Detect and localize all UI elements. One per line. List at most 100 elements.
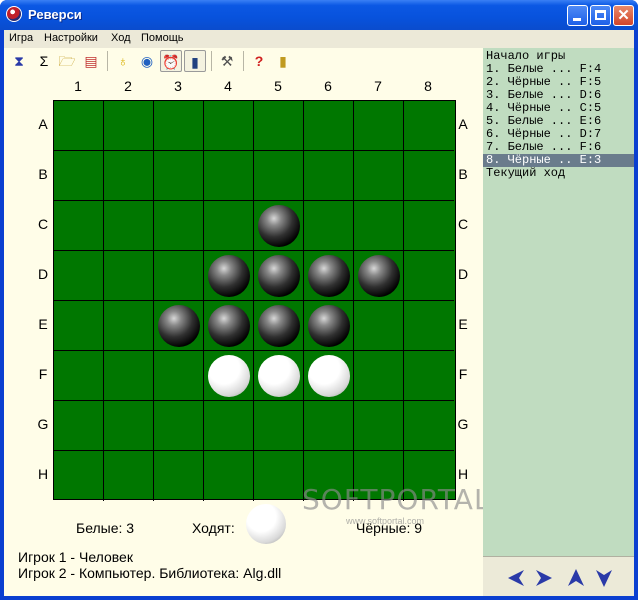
board-cell-E3[interactable] (154, 301, 204, 351)
board-cell-D6[interactable] (304, 251, 354, 301)
row-label: G (37, 416, 49, 432)
board-cell-C3[interactable] (154, 201, 204, 251)
player-2-info: Игрок 2 - Компьютер. Библиотека: Alg.dll (18, 565, 282, 581)
board-cell-F1[interactable] (54, 351, 104, 401)
exit-door-icon[interactable]: ▮ (272, 50, 294, 72)
close-button[interactable]: ✕ (613, 5, 634, 26)
board-cell-B2[interactable] (104, 151, 154, 201)
help-icon[interactable]: ? (248, 50, 270, 72)
row-label: F (38, 366, 48, 382)
board-cell-A1[interactable] (54, 101, 104, 151)
arrow-up-icon[interactable] (565, 567, 587, 589)
board-cell-G8[interactable] (404, 401, 454, 451)
board-cell-E8[interactable] (404, 301, 454, 351)
current-move-item[interactable]: Текущий ход (483, 167, 634, 180)
board-cell-E4[interactable] (204, 301, 254, 351)
white-disc (208, 355, 250, 397)
board-cell-F2[interactable] (104, 351, 154, 401)
maximize-button[interactable] (590, 5, 611, 26)
board-cell-G3[interactable] (154, 401, 204, 451)
board-cell-D7[interactable] (354, 251, 404, 301)
menu-help[interactable]: Помощь (141, 32, 184, 44)
lightbulb-icon[interactable]: ♁ (112, 50, 134, 72)
board-cell-A2[interactable] (104, 101, 154, 151)
board-cell-D2[interactable] (104, 251, 154, 301)
navigation-bar (483, 556, 634, 596)
board-cell-F4[interactable] (204, 351, 254, 401)
open-folder-icon[interactable]: 🗁 (56, 50, 78, 72)
tools-icon[interactable]: ⚒ (216, 50, 238, 72)
black-disc (308, 305, 350, 347)
board-cell-C8[interactable] (404, 201, 454, 251)
title-bar[interactable]: Реверси ✕ (0, 0, 638, 30)
board-cell-A7[interactable] (354, 101, 404, 151)
board-cell-F5[interactable] (254, 351, 304, 401)
column-label: 8 (424, 78, 432, 94)
board-cell-E6[interactable] (304, 301, 354, 351)
menu-settings[interactable]: Настройки (44, 32, 98, 44)
board-cell-B7[interactable] (354, 151, 404, 201)
board-cell-H2[interactable] (104, 451, 154, 501)
board-cell-A6[interactable] (304, 101, 354, 151)
board-cell-C4[interactable] (204, 201, 254, 251)
board-cell-E5[interactable] (254, 301, 304, 351)
board-cell-H3[interactable] (154, 451, 204, 501)
board-cell-A3[interactable] (154, 101, 204, 151)
arrow-left-icon[interactable] (505, 567, 527, 589)
board-cell-B1[interactable] (54, 151, 104, 201)
board-cell-B4[interactable] (204, 151, 254, 201)
board-cell-B3[interactable] (154, 151, 204, 201)
board-cell-F7[interactable] (354, 351, 404, 401)
black-disc (208, 255, 250, 297)
arrow-down-icon[interactable] (593, 567, 615, 589)
board-cell-F6[interactable] (304, 351, 354, 401)
board-cell-C5[interactable] (254, 201, 304, 251)
board-cell-G1[interactable] (54, 401, 104, 451)
board-cell-E2[interactable] (104, 301, 154, 351)
arrow-right-icon[interactable] (533, 567, 555, 589)
menu-bar: Игра Настройки Ход Помощь (4, 30, 634, 48)
board-cell-G5[interactable] (254, 401, 304, 451)
board-cell-B8[interactable] (404, 151, 454, 201)
menu-move[interactable]: Ход (111, 32, 131, 44)
board-cell-D1[interactable] (54, 251, 104, 301)
board-cell-D5[interactable] (254, 251, 304, 301)
board-cell-C2[interactable] (104, 201, 154, 251)
row-label: E (458, 316, 468, 332)
globe-icon[interactable]: ◉ (136, 50, 158, 72)
board-cell-A8[interactable] (404, 101, 454, 151)
row-label: A (38, 116, 48, 132)
board-cell-E7[interactable] (354, 301, 404, 351)
board-cell-D4[interactable] (204, 251, 254, 301)
board-cell-B6[interactable] (304, 151, 354, 201)
bar-chart-icon[interactable]: ▮ (184, 50, 206, 72)
board-cell-G6[interactable] (304, 401, 354, 451)
board-cell-F8[interactable] (404, 351, 454, 401)
minimize-button[interactable] (567, 5, 588, 26)
board-cell-D8[interactable] (404, 251, 454, 301)
board-cell-C7[interactable] (354, 201, 404, 251)
board-cell-A5[interactable] (254, 101, 304, 151)
move-list[interactable]: Начало игры 1. Белые ... F:4 2. Чёрные ..… (483, 50, 634, 180)
black-disc (208, 305, 250, 347)
board-cell-G7[interactable] (354, 401, 404, 451)
board-cell-G2[interactable] (104, 401, 154, 451)
board-cell-E1[interactable] (54, 301, 104, 351)
board-cell-H4[interactable] (204, 451, 254, 501)
board-cell-G4[interactable] (204, 401, 254, 451)
reversi-board[interactable] (53, 100, 456, 501)
board-cell-C1[interactable] (54, 201, 104, 251)
alarm-clock-icon[interactable]: ⏰ (160, 50, 182, 72)
hourglass-icon[interactable]: ⧗ (8, 50, 30, 72)
board-cell-C6[interactable] (304, 201, 354, 251)
board-cell-A4[interactable] (204, 101, 254, 151)
board-cell-H1[interactable] (54, 451, 104, 501)
board-cell-D3[interactable] (154, 251, 204, 301)
board-cell-B5[interactable] (254, 151, 304, 201)
board-cell-H5[interactable] (254, 451, 304, 501)
menu-game[interactable]: Игра (9, 32, 33, 44)
board-cell-F3[interactable] (154, 351, 204, 401)
reversi-app-icon[interactable] (6, 6, 22, 22)
sigma-icon[interactable]: Σ (33, 50, 55, 72)
save-icon[interactable]: ▤ (80, 50, 102, 72)
